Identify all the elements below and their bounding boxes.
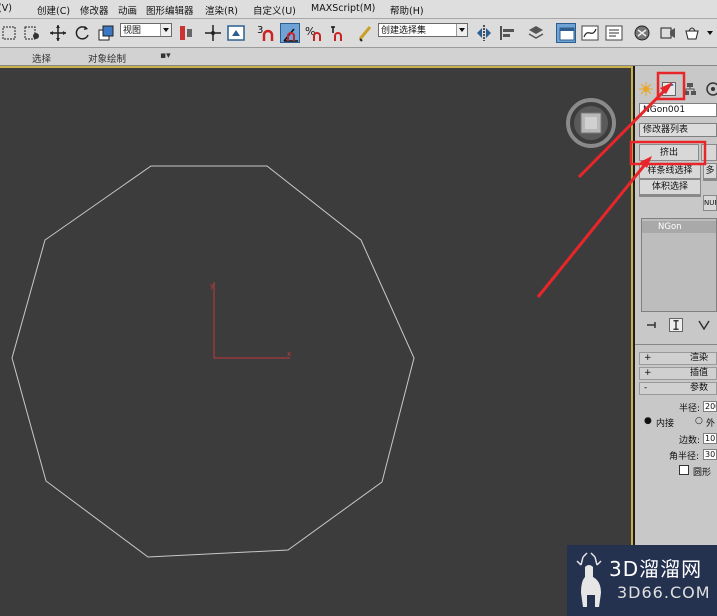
modify-tab-icon[interactable] [662,82,676,96]
rollout-interpolation-title: 插值 [690,368,709,378]
perspective-viewport[interactable]: y x [0,66,633,616]
object-name-field[interactable]: NGon001 [639,103,717,117]
pin-stack-icon[interactable] [645,318,659,332]
reference-coord-combo[interactable]: 视图 [120,23,172,37]
menu-customize[interactable]: 自定义(U) [253,3,296,17]
render-setup-icon[interactable] [658,23,678,43]
main-toolbar: 视图 3 % 创建选择集 [0,19,717,48]
menu-rendering[interactable]: 渲染(R) [205,3,238,17]
curve-editor-icon[interactable] [580,23,600,43]
nurbs-button[interactable]: NURB [703,195,717,211]
modifier-button-right-1[interactable] [701,144,717,161]
circular-checkbox[interactable] [679,465,689,475]
circular-label: 圆形 [693,468,712,478]
mirror-icon[interactable] [474,23,494,43]
align-icon[interactable] [498,23,518,43]
percent-snap-icon[interactable]: % [304,23,324,43]
radius-field[interactable]: 200 [703,401,717,412]
menu-modifiers[interactable]: 修改器 [80,3,109,17]
watermark-brand: 3D溜溜网 [609,557,703,581]
menu-bar: (V) 创建(C) 修改器 动画 图形编辑器 渲染(R) 自定义(U) MAXS… [0,0,717,19]
radius-label: 半径: [679,404,701,414]
scale-icon[interactable] [96,23,116,43]
rotate-icon[interactable] [72,23,92,43]
ngon-shape[interactable] [11,165,415,558]
rollout-parameters-title: 参数 [690,383,709,393]
motion-tab-icon[interactable] [706,82,717,96]
rollout-parameters-toggle: - [644,383,648,393]
menu-help[interactable]: 帮助(H) [390,3,424,17]
spline-select-button[interactable]: 样条线选择 [639,163,701,179]
viewcube-icon[interactable] [566,98,616,148]
menu-create[interactable]: 创建(C) [37,3,70,17]
rollout-rendering[interactable]: + 渲染 [639,352,717,365]
sides-field[interactable]: 10 [703,433,717,444]
modifier-button-empty[interactable] [639,195,701,197]
rollout-interpolation-toggle: + [644,368,652,378]
modifier-stack[interactable]: NGon [641,218,717,312]
window-crossing-icon[interactable] [22,23,42,43]
modifier-button-right-2[interactable]: 多 [703,163,717,179]
inscribed-radio[interactable]: ● [644,416,652,426]
select-region-icon[interactable] [0,23,20,43]
extrude-button[interactable]: 挤出 [639,144,699,161]
select-manipulate-icon[interactable] [203,23,223,43]
angle-snap-icon[interactable] [280,23,300,43]
hierarchy-tab-icon[interactable] [683,82,697,96]
watermark: 3D溜溜网 3D66.COM [567,545,717,616]
volume-select-button[interactable]: 体积选择 [639,179,701,195]
circumscribed-label: 外 [706,419,716,429]
ribbon-tab-select[interactable]: 选择 [32,51,51,65]
rollout-parameters[interactable]: - 参数 [639,382,717,395]
ribbon-tab-object-paint[interactable]: 对象绘制 [88,51,126,65]
divider [635,344,717,345]
material-editor-icon[interactable] [632,23,652,43]
create-tab-icon[interactable] [639,82,653,96]
scene-explorer-icon[interactable] [556,23,576,43]
show-end-result-icon[interactable] [669,318,683,332]
rollout-rendering-title: 渲染 [690,353,709,363]
modifier-button-right-3[interactable] [703,179,717,181]
watermark-url: 3D66.COM [617,583,711,602]
edit-named-selection-icon[interactable] [356,23,376,43]
snap-label: 3 [257,25,263,36]
named-selection-combo[interactable]: 创建选择集 [378,23,468,37]
menu-maxscript[interactable]: MAXScript(M) [311,3,375,14]
world-axis-gizmo [213,282,290,359]
stack-item-ngon[interactable]: NGon [642,221,716,233]
pivot-icon[interactable] [176,23,196,43]
menu-animation[interactable]: 动画 [118,3,137,17]
modifier-list-dropdown[interactable]: 修改器列表 [639,123,717,137]
deer-logo-icon [576,552,602,607]
inscribed-label: 内接 [656,419,675,429]
viewport-canvas: y x [11,98,616,558]
render-dropdown-icon[interactable] [704,23,717,43]
ribbon-bar: 选择 对象绘制 ▪▾ [0,48,717,66]
move-icon[interactable] [48,23,68,43]
svg-text:y: y [210,282,214,290]
sides-label: 边数: [679,436,701,446]
snap-toggle-icon[interactable]: 3 [256,23,276,43]
svg-text:x: x [287,350,291,358]
corner-radius-label: 角半径: [669,452,700,462]
command-panel: NGon001 修改器列表 挤出 样条线选择 多 体积选择 NURB NGon … [635,66,717,616]
make-unique-icon[interactable] [697,318,711,332]
spinner-snap-icon[interactable] [327,23,347,43]
circumscribed-radio[interactable]: ○ [695,416,703,426]
schematic-view-icon[interactable] [604,23,624,43]
keyboard-shortcut-icon[interactable] [226,23,246,43]
render-frame-icon[interactable] [682,23,702,43]
ribbon-toggle-icon[interactable]: ▪▾ [160,51,171,61]
corner-radius-field[interactable]: 30 [703,449,717,460]
layer-manager-icon[interactable] [526,23,546,43]
rollout-interpolation[interactable]: + 插值 [639,367,717,380]
menu-view[interactable]: (V) [0,3,12,14]
menu-graph-editors[interactable]: 图形编辑器 [146,3,194,17]
rollout-rendering-toggle: + [644,353,652,363]
